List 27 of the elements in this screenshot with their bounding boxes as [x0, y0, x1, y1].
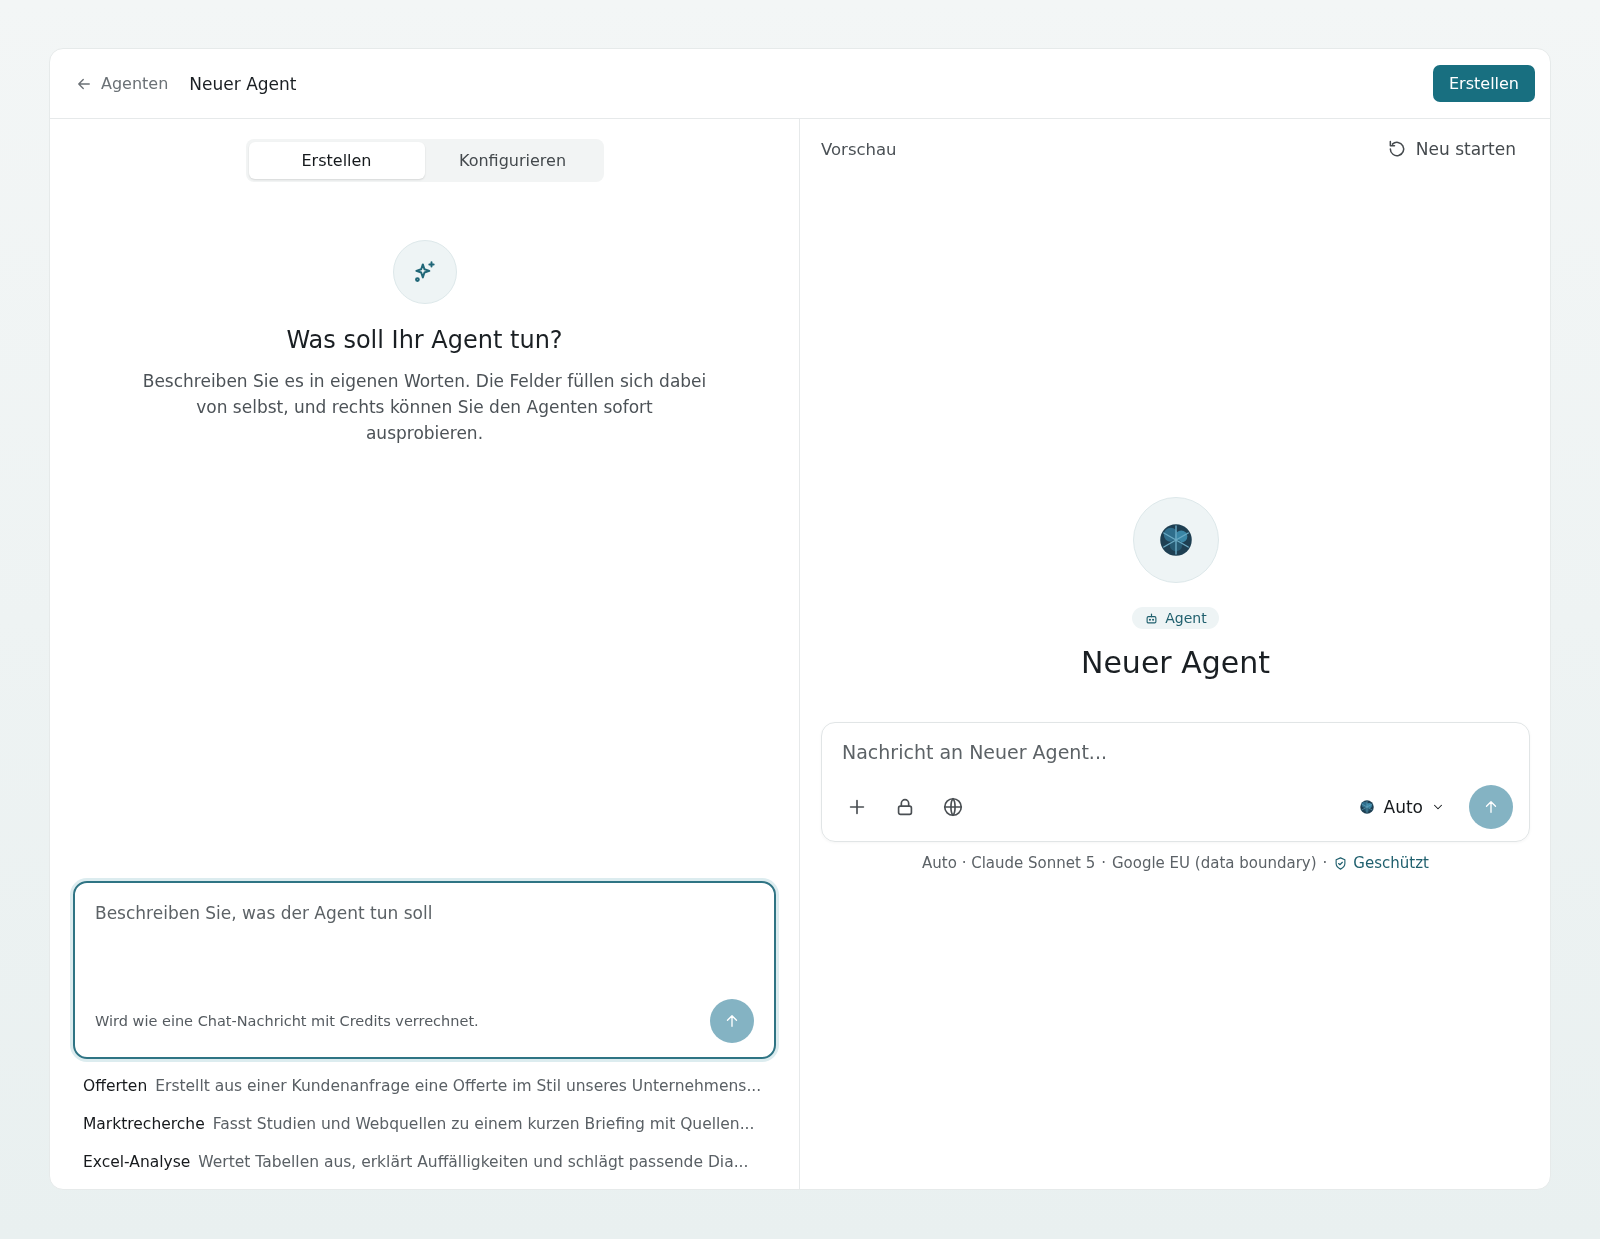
prompt-field[interactable]: Beschreiben Sie, was der Agent tun soll Wird wie eine Chat-Nachricht mit Credits verrechnet. — [73, 881, 776, 1059]
globe-icon — [942, 796, 964, 818]
back-link[interactable]: Agenten — [75, 74, 169, 93]
restart-button[interactable]: Neu starten — [1386, 139, 1530, 159]
model-info: Google EU (data boundary) — [1111, 854, 1317, 872]
model-selector[interactable]: Auto — [1357, 797, 1445, 817]
separator-dot: · — [1322, 854, 1328, 872]
tab[interactable]: Konfigurieren — [424, 142, 601, 179]
description: Beschreiben Sie es in eigenen Worten. Die Felder füllen sich dabei von selbst, und rechts können Sie den Agenten sofort ausprobieren. — [141, 370, 708, 445]
create-button[interactable]: Erstellen — [1433, 65, 1535, 102]
suggestion-item[interactable]: Marktrecherche Fasst Studien und Webquellen zu einem kurzen Briefing mit Quellen... — [73, 1115, 776, 1133]
credits-note: Wird wie eine Chat-Nachricht mit Credits verrechnet. — [95, 1013, 479, 1029]
prompt-input[interactable]: Beschreiben Sie, was der Agent tun soll — [95, 903, 754, 999]
separator-dot: · — [1101, 854, 1106, 872]
agent-name: Neuer Agent — [1080, 645, 1270, 680]
suggestion-item[interactable]: Offerten Erstellt aus einer Kundenanfrage eine Offerte im Stil unseres Unternehmens... — [73, 1077, 776, 1095]
model-info: Auto · Claude Sonnet 5 — [922, 854, 1096, 872]
robot-icon — [1144, 610, 1160, 626]
heading: Was soll Ihr Agent tun? — [286, 326, 563, 354]
model-orb-icon — [1357, 798, 1376, 816]
tag-label: Agent — [1165, 610, 1207, 626]
protection-status: Geschützt — [1333, 854, 1429, 872]
page-title: Neuer Agent — [189, 73, 298, 94]
tab[interactable]: Erstellen — [248, 142, 425, 179]
suggestion-item[interactable]: Excel-Analyse Wertet Tabellen aus, erklärt Auffälligkeiten und schlägt passende Dia... — [73, 1153, 776, 1171]
preview-label: Vorschau — [821, 139, 897, 159]
shield-check-icon — [1333, 855, 1349, 871]
